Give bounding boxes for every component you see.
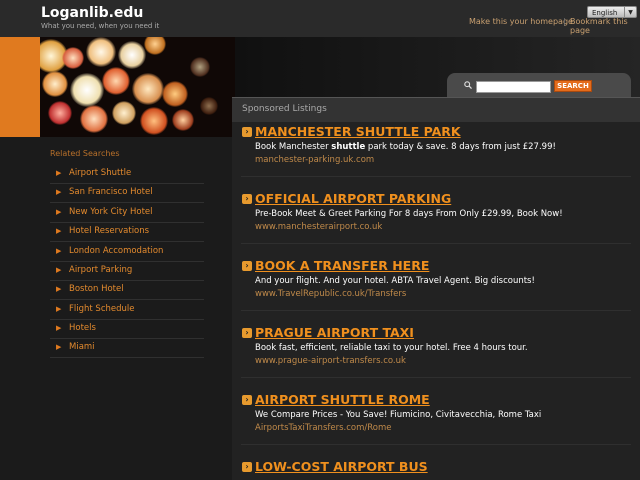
related-search-label[interactable]: New York City Hotel [69, 207, 153, 217]
ad-url-link[interactable]: www.manchesterairport.co.uk [255, 222, 382, 232]
search-input[interactable] [476, 81, 551, 93]
ad-description: We Compare Prices - You Save! Fiumicino,… [255, 410, 542, 420]
related-search-label[interactable]: Hotels [69, 323, 96, 333]
related-search-label[interactable]: London Accomodation [69, 246, 163, 256]
related-search-item[interactable]: ▶ Hotel Reservations [50, 222, 204, 242]
chevron-down-icon: ▼ [624, 7, 636, 17]
arrow-right-icon: › [242, 395, 252, 405]
ad-divider [241, 176, 631, 177]
ad-url-link[interactable]: www.TravelRepublic.co.uk/Transfers [255, 289, 406, 299]
arrow-right-icon: › [242, 328, 252, 338]
arrow-right-icon: ▶ [56, 208, 62, 216]
related-search-label[interactable]: Airport Parking [69, 265, 132, 275]
sponsored-listings-title: Sponsored Listings [242, 104, 327, 114]
site-title[interactable]: Loganlib.edu [41, 5, 143, 21]
ad-description-keyword: shuttle [331, 142, 366, 152]
arrow-right-icon: ▶ [56, 188, 62, 196]
related-search-item[interactable]: ▶ Hotels [50, 319, 204, 339]
ad-title-link[interactable]: AIRPORT SHUTTLE ROME [255, 392, 430, 407]
related-search-label[interactable]: Boston Hotel [69, 284, 124, 294]
arrow-right-icon: ▶ [56, 247, 62, 255]
ad-title-link[interactable]: PRAGUE AIRPORT TAXI [255, 325, 414, 340]
banner-bokeh-image [40, 37, 235, 137]
search-icon [464, 81, 472, 89]
related-search-item[interactable]: ▶ Boston Hotel [50, 280, 204, 300]
language-select-value: English [592, 9, 618, 17]
ad-title-link[interactable]: BOOK A TRANSFER HERE [255, 258, 429, 273]
arrow-right-icon: ▶ [56, 305, 62, 313]
related-search-label[interactable]: San Francisco Hotel [69, 187, 153, 197]
related-search-item[interactable]: ▶ Airport Parking [50, 261, 204, 281]
related-search-label[interactable]: Flight Schedule [69, 304, 135, 314]
ad-description-text: park today & save. 8 days from just £27.… [365, 142, 556, 152]
related-search-item[interactable]: ▶ London Accomodation [50, 242, 204, 262]
ad-divider [241, 243, 631, 244]
arrow-right-icon: ▶ [56, 169, 62, 177]
bookmark-link[interactable]: Bookmark this page [570, 17, 640, 35]
ad-title-link[interactable]: LOW-COST AIRPORT BUS [255, 459, 428, 474]
ad-url-link[interactable]: www.prague-airport-transfers.co.uk [255, 356, 406, 366]
ad-title-link[interactable]: OFFICIAL AIRPORT PARKING [255, 191, 451, 206]
related-searches-title: Related Searches [50, 149, 120, 158]
ad-description: Book Manchester shuttle park today & sav… [255, 142, 556, 152]
related-search-item[interactable]: ▶ Miami [50, 338, 204, 358]
ad-description: Book fast, efficient, reliable taxi to y… [255, 343, 528, 353]
arrow-right-icon: ▶ [56, 227, 62, 235]
ad-title-link[interactable]: MANCHESTER SHUTTLE PARK [255, 124, 461, 139]
ad-divider [241, 444, 631, 445]
ad-divider [241, 310, 631, 311]
arrow-right-icon: ▶ [56, 266, 62, 274]
ad-description: And your flight. And your hotel. ABTA Tr… [255, 276, 535, 286]
link-separator: | [563, 17, 566, 26]
arrow-right-icon: › [242, 194, 252, 204]
related-search-item[interactable]: ▶ Airport Shuttle [50, 164, 204, 184]
arrow-right-icon: › [242, 261, 252, 271]
related-search-item[interactable]: ▶ New York City Hotel [50, 203, 204, 223]
arrow-right-icon: ▶ [56, 343, 62, 351]
arrow-right-icon: › [242, 127, 252, 137]
banner-accent-strip [0, 37, 40, 137]
ad-description-text: Book Manchester [255, 142, 332, 152]
make-homepage-link[interactable]: Make this your homepage [469, 17, 573, 26]
related-search-label[interactable]: Miami [69, 342, 95, 352]
ad-url-link[interactable]: AirportsTaxiTransfers.com/Rome [255, 423, 391, 433]
ad-url-link[interactable]: manchester-parking.uk.com [255, 155, 374, 165]
arrow-right-icon: ▶ [56, 285, 62, 293]
arrow-right-icon: › [242, 462, 252, 472]
site-tagline: What you need, when you need it [41, 22, 160, 30]
ad-description: Pre-Book Meet & Greet Parking For 8 days… [255, 209, 563, 219]
search-button[interactable]: SEARCH [554, 80, 592, 92]
related-search-item[interactable]: ▶ Flight Schedule [50, 300, 204, 320]
arrow-right-icon: ▶ [56, 324, 62, 332]
ad-divider [241, 377, 631, 378]
related-search-label[interactable]: Hotel Reservations [69, 226, 149, 236]
related-search-item[interactable]: ▶ San Francisco Hotel [50, 183, 204, 203]
related-search-label[interactable]: Airport Shuttle [69, 168, 131, 178]
